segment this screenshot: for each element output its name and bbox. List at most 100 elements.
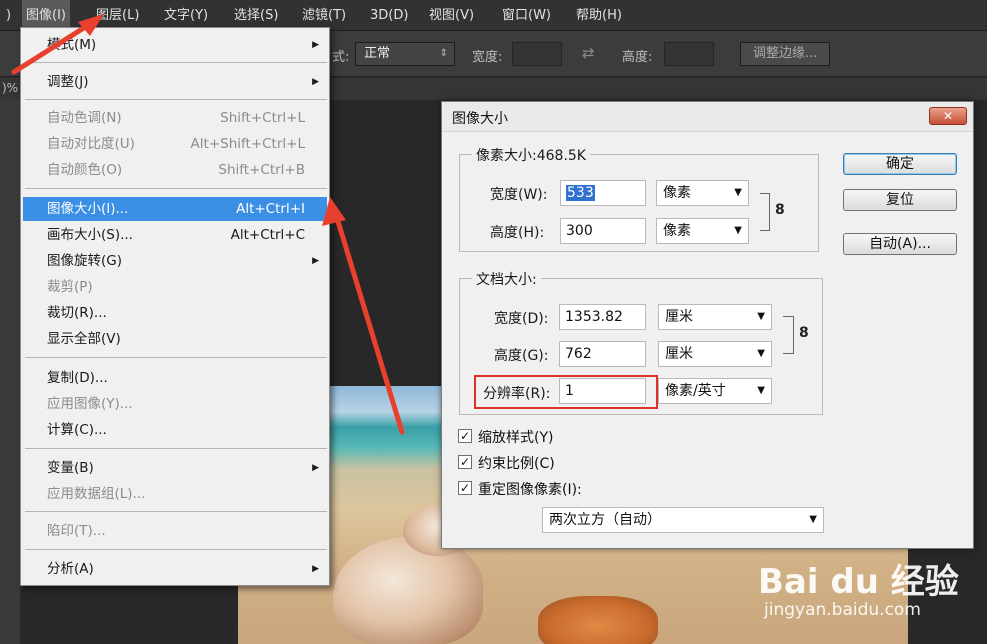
resample-method-select[interactable]: 两次立方（自动） ▼: [542, 507, 824, 533]
resolution-label: 分辨率(R):: [483, 386, 551, 402]
constrain-proportions-label: 约束比例(C): [478, 456, 555, 472]
menu-help[interactable]: 帮助(H): [572, 0, 626, 31]
swap-icon[interactable]: ⇄: [582, 44, 595, 62]
doc-width-value: 1353.82: [565, 309, 623, 325]
menu-window[interactable]: 窗口(W): [498, 0, 555, 31]
dropdown-arrow-icon: ▼: [734, 187, 742, 198]
menu-item-label: 自动色调(N): [47, 110, 122, 126]
menu-item-variables[interactable]: 变量(B) ▶: [23, 456, 327, 480]
pixel-width-unit: 像素: [663, 185, 691, 201]
starfish-shape: [538, 596, 658, 644]
menu-item-canvas-size[interactable]: 画布大小(S)... Alt+Ctrl+C: [23, 223, 327, 247]
menu-shortcut: Alt+Ctrl+C: [230, 227, 305, 243]
menu-shortcut: Alt+Shift+Ctrl+L: [190, 136, 305, 152]
dropdown-arrow-icon: ▼: [757, 385, 765, 396]
resolution-unit: 像素/英寸: [665, 383, 726, 399]
dropdown-arrow-icon: ▼: [757, 348, 765, 359]
doc-width-label: 宽度(D):: [494, 311, 549, 327]
menu-separator: [25, 188, 327, 189]
menu-item-image-rotation[interactable]: 图像旋转(G) ▶: [23, 249, 327, 273]
menu-item-label: 调整(J): [47, 74, 89, 90]
menu-fragment: ): [6, 8, 12, 23]
constrain-proportions-checkbox[interactable]: ✓: [458, 455, 472, 469]
doc-height-label: 高度(G):: [494, 348, 549, 364]
menu-item-label: 陷印(T)...: [47, 523, 106, 539]
dialog-title: 图像大小: [452, 111, 508, 127]
baidu-watermark: Bai du 经验 jingyan.baidu.com: [758, 554, 987, 644]
menu-item-label: 应用图像(Y)...: [47, 396, 133, 412]
menu-item-label: 显示全部(V): [47, 331, 121, 347]
pixel-width-label: 宽度(W):: [490, 187, 548, 203]
pixel-width-input[interactable]: 533: [560, 180, 646, 206]
menu-item-label: 图像旋转(G): [47, 253, 122, 269]
menu-item-crop: 裁剪(P): [23, 275, 327, 299]
doc-height-unit: 厘米: [665, 346, 693, 362]
refine-edge-button[interactable]: 调整边缘...: [740, 42, 831, 66]
dropdown-arrow-icon: ▼: [734, 225, 742, 236]
menu-3d[interactable]: 3D(D): [366, 0, 412, 31]
menu-separator: [25, 62, 327, 63]
pixel-width-value: 533: [566, 185, 595, 201]
dropdown-arrow-icon: ▼: [809, 514, 817, 525]
resolution-unit-select[interactable]: 像素/英寸 ▼: [658, 378, 772, 404]
submenu-arrow-icon: ▶: [312, 40, 319, 50]
chain-link-icon: 8: [799, 325, 809, 341]
menu-item-calculations[interactable]: 计算(C)...: [23, 418, 327, 442]
menu-item-analysis[interactable]: 分析(A) ▶: [23, 557, 327, 581]
menu-item-duplicate[interactable]: 复制(D)...: [23, 366, 327, 390]
doc-height-input[interactable]: 762: [559, 341, 646, 367]
menu-separator: [25, 99, 327, 100]
image-menu: 模式(M) ▶ 调整(J) ▶ 自动色调(N) Shift+Ctrl+L 自动对比度(…: [20, 27, 330, 586]
menu-item-trim[interactable]: 裁切(R)...: [23, 301, 327, 325]
menu-item-auto-tone: 自动色调(N) Shift+Ctrl+L: [23, 106, 327, 130]
width-label: 宽度:: [472, 50, 503, 65]
tools-panel: [0, 100, 20, 644]
scale-styles-checkbox[interactable]: ✓: [458, 429, 472, 443]
submenu-arrow-icon: ▶: [312, 256, 319, 266]
menu-item-image-size[interactable]: 图像大小(I)... Alt+Ctrl+I: [23, 197, 327, 221]
menu-shortcut: Shift+Ctrl+B: [218, 162, 305, 178]
doc-height-unit-select[interactable]: 厘米 ▼: [658, 341, 772, 367]
resample-label: 重定图像像素(I):: [478, 482, 582, 498]
seashell-shape: [333, 536, 483, 644]
menu-shortcut: Shift+Ctrl+L: [220, 110, 305, 126]
menu-item-apply-data-set: 应用数据组(L)...: [23, 482, 327, 506]
pixel-height-unit-select[interactable]: 像素 ▼: [656, 218, 749, 244]
doc-height-value: 762: [565, 346, 592, 362]
auto-button[interactable]: 自动(A)...: [843, 233, 957, 255]
menu-separator: [25, 549, 327, 550]
width-field[interactable]: [512, 42, 562, 66]
menu-view[interactable]: 视图(V): [425, 0, 478, 31]
reset-button[interactable]: 复位: [843, 189, 957, 211]
menu-item-reveal-all[interactable]: 显示全部(V): [23, 327, 327, 351]
style-select[interactable]: 正常 ⇕: [355, 42, 455, 66]
resolution-input[interactable]: 1: [559, 378, 646, 404]
submenu-arrow-icon: ▶: [312, 463, 319, 473]
doc-width-input[interactable]: 1353.82: [559, 304, 646, 330]
menu-shortcut: Alt+Ctrl+I: [236, 201, 305, 217]
height-label: 高度:: [622, 50, 653, 65]
pixel-width-unit-select[interactable]: 像素 ▼: [656, 180, 749, 206]
menu-item-label: 裁剪(P): [47, 279, 93, 295]
close-icon[interactable]: ✕: [929, 107, 967, 125]
image-size-dialog: 图像大小 ✕ 像素大小:468.5K 宽度(W): 533 像素 ▼ 高度(H):…: [441, 101, 974, 549]
style-select-value: 正常: [364, 46, 391, 61]
constrain-bracket: [760, 193, 770, 231]
menu-item-label: 分析(A): [47, 561, 94, 577]
resample-checkbox[interactable]: ✓: [458, 481, 472, 495]
ok-button[interactable]: 确定: [843, 153, 957, 175]
menu-separator: [25, 448, 327, 449]
updown-icon: ⇕: [439, 48, 448, 59]
submenu-arrow-icon: ▶: [312, 77, 319, 87]
pixel-height-input[interactable]: 300: [560, 218, 646, 244]
menu-item-label: 自动对比度(U): [47, 136, 135, 152]
menu-separator: [25, 357, 327, 358]
resample-method-value: 两次立方（自动）: [549, 512, 661, 528]
height-field[interactable]: [664, 42, 714, 66]
doc-width-unit-select[interactable]: 厘米 ▼: [658, 304, 772, 330]
menu-item-label: 自动颜色(O): [47, 162, 123, 178]
menu-item-adjust[interactable]: 调整(J) ▶: [23, 70, 327, 94]
pixel-height-value: 300: [566, 223, 593, 239]
menu-item-mode[interactable]: 模式(M) ▶: [23, 33, 327, 57]
submenu-arrow-icon: ▶: [312, 564, 319, 574]
